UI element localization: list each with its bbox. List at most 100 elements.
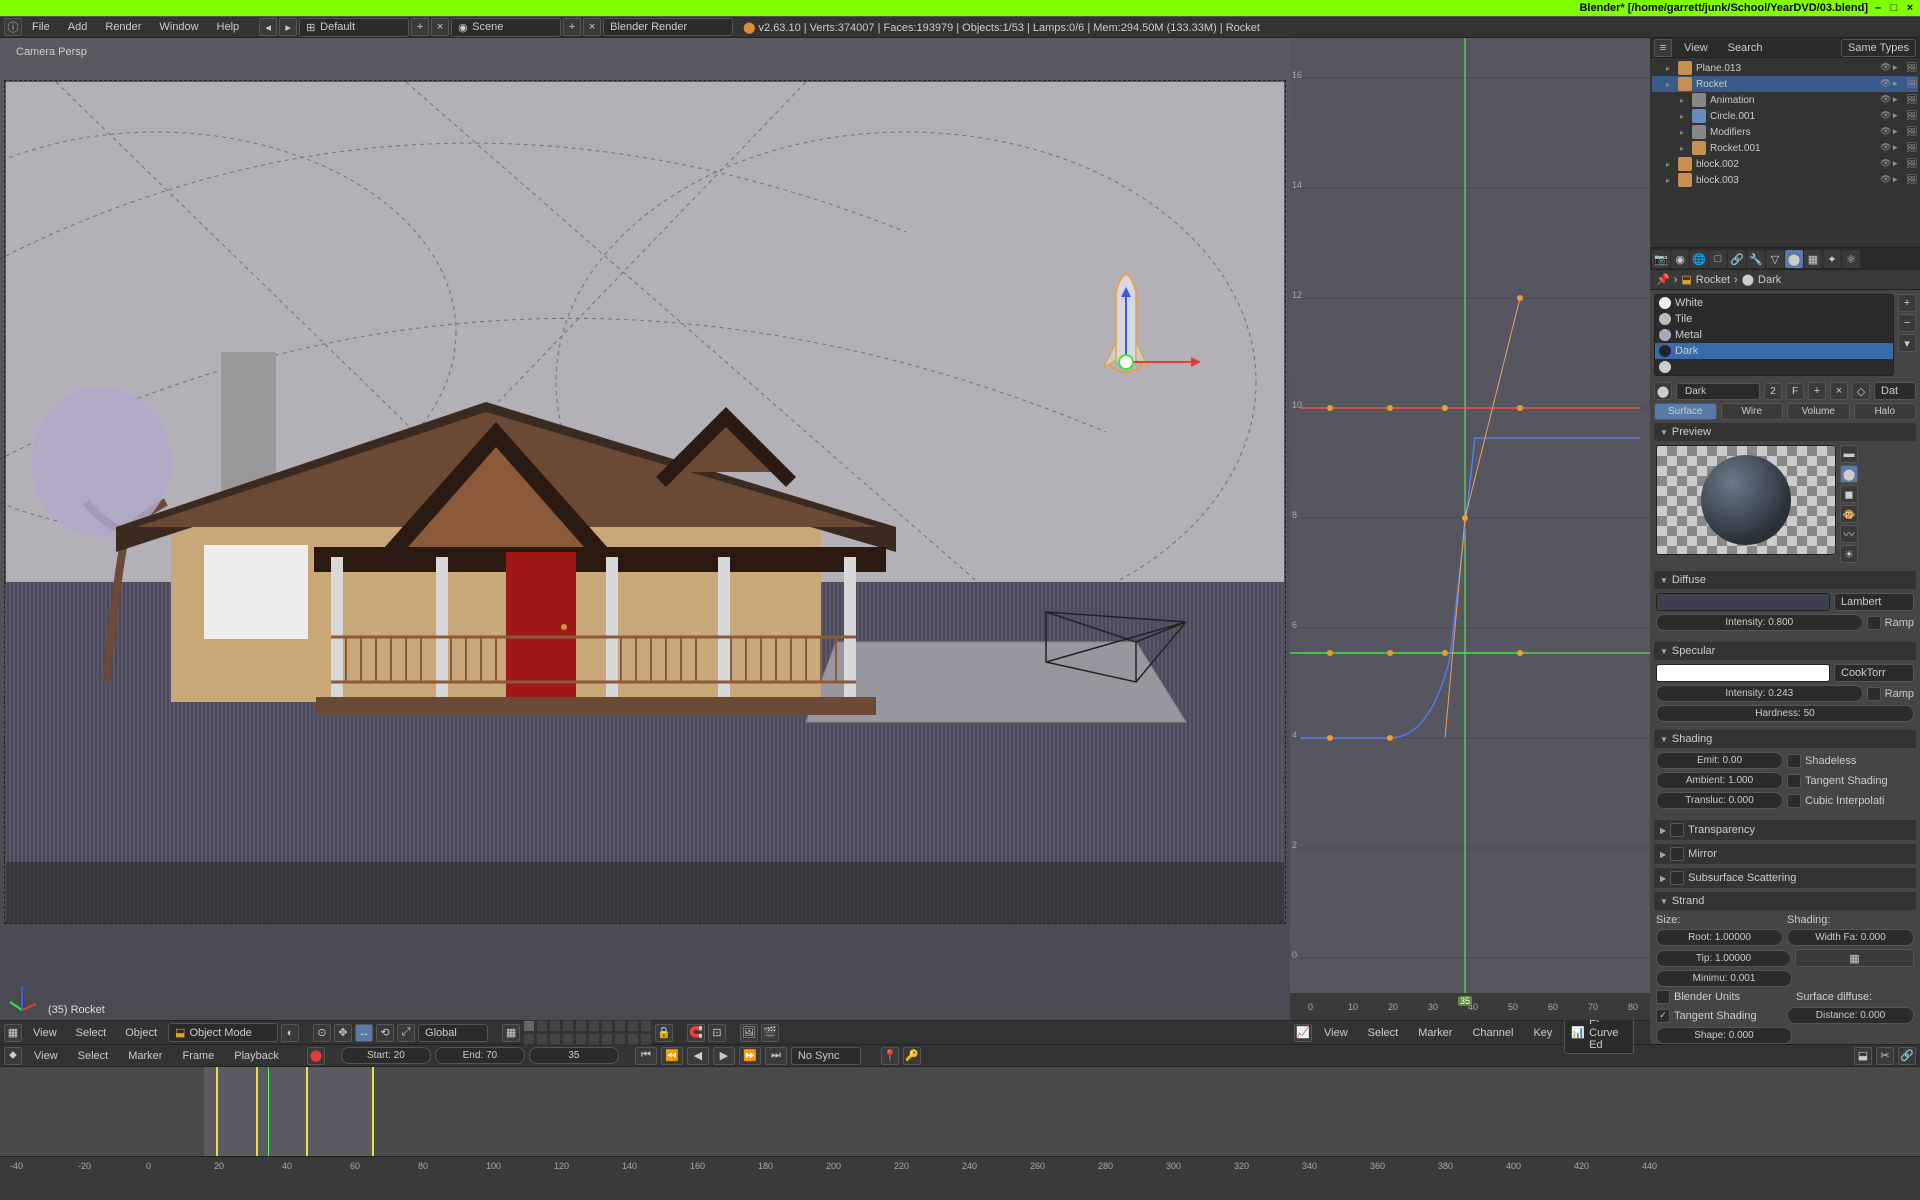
menu-render[interactable]: Render [97,18,149,36]
frame-current[interactable]: 35 [529,1047,619,1064]
lock-camera-icon[interactable]: 🔒 [655,1024,673,1042]
minimize-icon[interactable]: – [1872,2,1884,14]
tab-modifiers-icon[interactable]: 🔧 [1747,250,1765,268]
frame-start[interactable]: Start: 20 [341,1047,431,1064]
panel-transparency-header[interactable]: ▶Transparency [1654,820,1916,840]
blender-units-check[interactable] [1656,990,1670,1004]
viewport-shading-icon[interactable]: ◐ [281,1024,299,1042]
del-screen-icon[interactable]: × [431,18,449,36]
manipulator-translate-icon[interactable]: ↔ [355,1024,373,1042]
tab-data-icon[interactable]: ▽ [1766,250,1784,268]
outliner-item[interactable]: ▸Plane.013👁▸🖼 [1652,60,1918,76]
material-slot[interactable]: Tile [1655,311,1893,327]
tl-opt1-icon[interactable]: ⬓ [1854,1047,1872,1065]
tab-material-icon[interactable]: ⬤ [1785,250,1803,268]
editor-type-outliner-icon[interactable]: ≡ [1654,39,1672,57]
add-material-slot-icon[interactable]: + [1898,294,1916,312]
outliner-item[interactable]: ▸Rocket.001👁▸🖼 [1652,140,1918,156]
strand-uv-icon[interactable]: ▦ [1795,949,1914,967]
editor-type-icon[interactable]: ⓘ [4,18,22,36]
graph-menu-channel[interactable]: Channel [1464,1024,1521,1042]
specular-intensity[interactable]: Intensity: 0.243 [1656,685,1863,702]
material-type-surface[interactable]: Surface [1654,403,1717,420]
material-slot-list[interactable]: WhiteTileMetalDark [1654,294,1894,376]
diffuse-ramp-check[interactable] [1867,616,1881,630]
close-icon[interactable]: × [1904,2,1916,14]
menu-file[interactable]: File [24,18,58,36]
tab-world-icon[interactable]: 🌐 [1690,250,1708,268]
preview-monkey-icon[interactable]: 🐵 [1840,505,1858,523]
outliner-item[interactable]: ▸Animation👁▸🖼 [1652,92,1918,108]
outliner-filter-dropdown[interactable]: Same Types [1841,39,1916,57]
material-link-dropdown[interactable]: Dat [1874,382,1916,400]
outliner-menu-view[interactable]: View [1676,39,1716,57]
mirror-check[interactable] [1670,847,1684,861]
specular-color[interactable] [1656,664,1830,682]
add-scene-icon[interactable]: + [563,18,581,36]
breadcrumb-material[interactable]: Dark [1758,274,1781,286]
material-slot[interactable]: Dark [1655,343,1893,359]
sync-dropdown[interactable]: No Sync [791,1047,861,1065]
shading-ambient[interactable]: Ambient: 1.000 [1656,772,1783,789]
graph-menu-view[interactable]: View [1316,1024,1356,1042]
layers-icon[interactable]: ▦ [502,1024,520,1042]
manipulator-toggle-icon[interactable]: ✥ [334,1024,352,1042]
dopesheet-canvas[interactable] [0,1066,1920,1156]
fwd-screen-icon[interactable]: ▸ [279,18,297,36]
remove-material-slot-icon[interactable]: − [1898,314,1916,332]
strand-widthfade[interactable]: Width Fa: 0.000 [1787,929,1914,946]
add-screen-icon[interactable]: + [411,18,429,36]
opengl-render-icon[interactable]: 🖼 [740,1024,758,1042]
menu-window[interactable]: Window [151,18,206,36]
tab-texture-icon[interactable]: ▦ [1804,250,1822,268]
preview-flat-icon[interactable]: ▬ [1840,445,1858,463]
dope-menu-select[interactable]: Select [70,1047,117,1065]
play-icon[interactable]: ▶ [713,1047,735,1065]
material-slot[interactable]: Metal [1655,327,1893,343]
panel-mirror-header[interactable]: ▶Mirror [1654,844,1916,864]
strand-shape[interactable]: Shape: 0.000 [1656,1027,1792,1044]
scene-dropdown[interactable]: ◉Scene [451,18,561,37]
shadeless-check[interactable] [1787,754,1801,768]
unlink-material-icon[interactable]: × [1830,382,1848,400]
orientation-dropdown[interactable]: Global [418,1024,488,1042]
view3d-menu-object[interactable]: Object [117,1024,165,1042]
tab-physics-icon[interactable]: ⚛ [1842,250,1860,268]
specular-shader-dropdown[interactable]: CookTorr [1834,664,1914,682]
graph-menu-key[interactable]: Key [1525,1024,1560,1042]
material-type-halo[interactable]: Halo [1854,403,1917,420]
outliner-item[interactable]: ▸block.003👁▸🖼 [1652,172,1918,188]
panel-preview-header[interactable]: ▼Preview [1654,423,1916,441]
cubic-check[interactable] [1787,794,1801,808]
material-slot[interactable]: White [1655,295,1893,311]
outliner-item[interactable]: ▸Circle.001👁▸🖼 [1652,108,1918,124]
panel-strand-header[interactable]: ▼Strand [1654,892,1916,910]
strand-tip[interactable]: Tip: 1.00000 [1656,950,1791,967]
layer-buttons[interactable] [523,1020,652,1045]
manipulator-rotate-icon[interactable]: ⟲ [376,1024,394,1042]
frame-end[interactable]: End: 70 [435,1047,525,1064]
shading-translucency[interactable]: Transluc: 0.000 [1656,792,1783,809]
panel-specular-header[interactable]: ▼Specular [1654,642,1916,660]
render-engine-dropdown[interactable]: Blender Render [603,18,733,36]
menu-help[interactable]: Help [209,18,248,36]
material-name-field[interactable]: Dark [1676,383,1760,400]
tangent-shading-check[interactable] [1787,774,1801,788]
panel-shading-header[interactable]: ▼Shading [1654,730,1916,748]
specular-hardness[interactable]: Hardness: 50 [1656,705,1914,722]
keying-set-icon[interactable]: 🔑 [903,1047,921,1065]
tab-render-icon[interactable]: 📷 [1652,250,1670,268]
mode-dropdown[interactable]: ⬓Object Mode [168,1023,278,1042]
screen-layout-dropdown[interactable]: ⊞Default [299,18,409,37]
dope-menu-frame[interactable]: Frame [174,1047,222,1065]
diffuse-intensity[interactable]: Intensity: 0.800 [1656,614,1863,631]
diffuse-color[interactable] [1656,593,1830,611]
outliner-menu-search[interactable]: Search [1720,39,1771,57]
graph-menu-select[interactable]: Select [1360,1024,1407,1042]
material-type-volume[interactable]: Volume [1787,403,1850,420]
strand-tangent-check[interactable] [1656,1009,1670,1023]
panel-diffuse-header[interactable]: ▼Diffuse [1654,571,1916,589]
dope-menu-playback[interactable]: Playback [226,1047,287,1065]
back-screen-icon[interactable]: ◂ [259,18,277,36]
diffuse-shader-dropdown[interactable]: Lambert [1834,593,1914,611]
